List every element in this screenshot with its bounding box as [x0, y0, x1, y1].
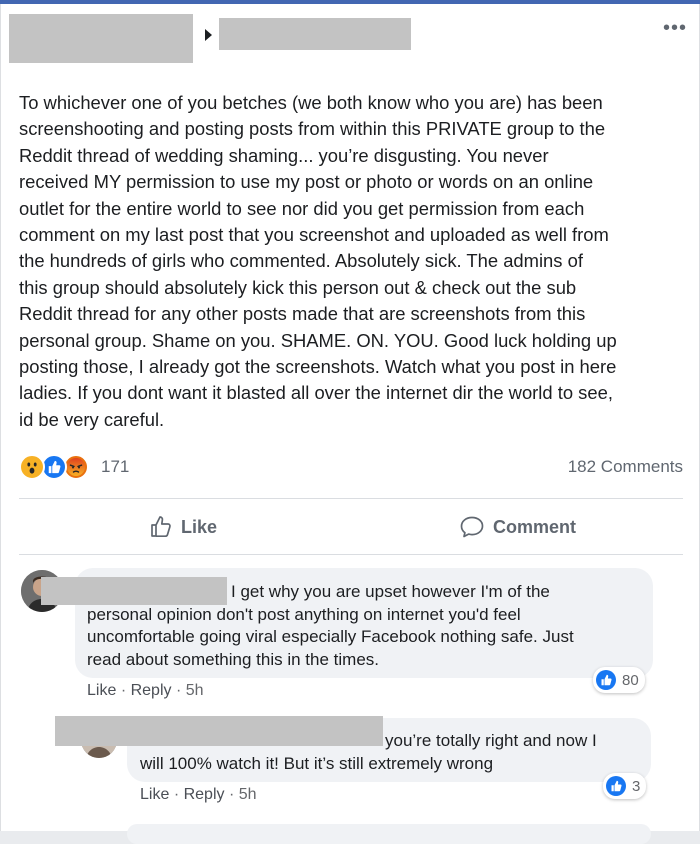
post-actions: Like Comment	[19, 500, 683, 554]
meta-separator: ·	[228, 786, 239, 803]
reply-reaction-count: 3	[632, 777, 641, 795]
meta-separator: ·	[173, 786, 184, 803]
divider	[19, 554, 683, 555]
comment-button-label: Comment	[493, 516, 577, 537]
reaction-icons	[19, 454, 99, 480]
meta-separator: ·	[175, 682, 186, 699]
comments-count-link[interactable]: 182 Comments	[568, 457, 683, 477]
reply-item: you’re totally right and now I will 100%…	[1, 710, 700, 844]
comment-button[interactable]: Comment	[459, 500, 576, 554]
post-header: •••	[1, 14, 700, 64]
comment-reaction-count: 80	[622, 671, 639, 689]
reply-time[interactable]: 5h	[239, 786, 257, 803]
comment-text: I get why you are upset however I'm of t…	[87, 582, 574, 669]
thumbs-up-icon	[151, 516, 171, 538]
comment-time[interactable]: 5h	[186, 682, 204, 699]
comment-bubble-icon	[460, 516, 484, 538]
meta-separator: ·	[120, 682, 131, 699]
comment-reaction-badge[interactable]: 80	[593, 667, 645, 693]
reply-like-link[interactable]: Like	[140, 786, 169, 803]
reply-reaction-badge[interactable]: 3	[603, 773, 647, 799]
comment-like-link[interactable]: Like	[87, 682, 116, 699]
like-button-label: Like	[181, 516, 218, 537]
redacted-group-name	[219, 18, 411, 50]
like-icon	[606, 776, 626, 796]
like-icon	[596, 670, 616, 690]
redacted-author-name	[9, 14, 193, 63]
reaction-count[interactable]: 171	[101, 457, 129, 477]
reply-reply-link[interactable]: Reply	[184, 786, 225, 803]
caret-right-icon	[205, 29, 212, 41]
like-button[interactable]: Like	[149, 500, 217, 554]
reply-meta: Like · Reply · 5h	[140, 786, 257, 804]
more-options-icon[interactable]: •••	[663, 18, 687, 38]
reactions-summary[interactable]: 171 182 Comments	[19, 454, 683, 482]
post-text: To whichever one of you betches (we both…	[19, 92, 617, 430]
reply-text: you’re totally right and now I will 100%…	[140, 731, 597, 773]
post-card: ••• To whichever one of you betches (we …	[0, 0, 700, 844]
top-accent-bar	[0, 0, 700, 4]
wow-icon	[19, 454, 45, 480]
next-comment-bubble	[127, 824, 651, 844]
divider	[19, 498, 683, 499]
comment-item: I get why you are upset however I'm of t…	[1, 560, 700, 710]
comment-reply-link[interactable]: Reply	[131, 682, 172, 699]
comment-meta: Like · Reply · 5h	[87, 682, 204, 700]
